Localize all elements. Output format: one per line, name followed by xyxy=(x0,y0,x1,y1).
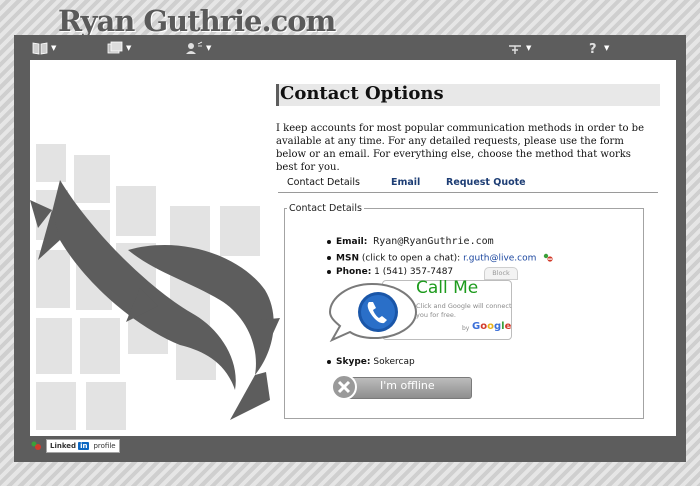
photos-icon xyxy=(107,41,123,54)
callme-text: Click and Google will connect you for fr… xyxy=(416,302,512,319)
chevron-down-icon: ▼ xyxy=(51,44,57,52)
nav-item-photos[interactable]: ▼ xyxy=(107,39,131,57)
svg-text:?: ? xyxy=(589,42,597,55)
msn-label: MSN xyxy=(336,253,359,264)
msn-row: MSN (click to open a chat): r.guth@live.… xyxy=(327,253,554,264)
bullet-icon xyxy=(327,256,331,260)
speech-bubble-phone-icon xyxy=(328,282,418,342)
top-nav: ▼ ▼ ▼ ▼ ? ▼ xyxy=(14,35,686,60)
block-button[interactable]: Block xyxy=(484,267,518,280)
user-icon xyxy=(186,41,203,54)
skype-offline-icon xyxy=(331,374,357,400)
site-title[interactable]: Ryan Guthrie.com xyxy=(58,4,336,38)
msn-buddy-icon xyxy=(544,253,553,262)
bullet-icon xyxy=(327,359,331,364)
nav-item-antenna[interactable]: ▼ xyxy=(507,39,531,57)
nav-item-book[interactable]: ▼ xyxy=(32,39,56,57)
intro-text: I keep accounts for most popular communi… xyxy=(276,123,645,173)
page-title: Contact Options xyxy=(280,83,444,104)
content-area: Contact Options I keep accounts for most… xyxy=(30,60,676,436)
tab-request-quote[interactable]: Request Quote xyxy=(446,177,526,188)
email-row: Email: Ryan@RyanGuthrie.com xyxy=(327,236,494,247)
linkedin-profile-badge[interactable]: Linked in profile xyxy=(46,439,120,453)
phone-label: Phone: xyxy=(336,267,372,277)
google-logo: Google xyxy=(472,321,512,332)
bullet-icon xyxy=(327,269,331,274)
email-value: Ryan@RyanGuthrie.com xyxy=(373,236,494,247)
chevron-down-icon: ▼ xyxy=(126,44,132,52)
skype-label: Skype: xyxy=(336,357,371,367)
phone-value: 1 (541) 357-7487 xyxy=(374,267,454,277)
skype-status-button[interactable]: I'm offline xyxy=(330,373,472,400)
linkedin-profile-label: profile xyxy=(93,442,116,450)
nav-item-user[interactable]: ▼ xyxy=(185,39,211,57)
skype-value: Sokercap xyxy=(373,357,415,367)
chevron-down-icon: ▼ xyxy=(526,44,532,52)
antenna-icon xyxy=(509,45,521,54)
contact-details-legend: Contact Details xyxy=(289,203,362,214)
msn-buddy-icon[interactable] xyxy=(30,440,42,452)
phone-row: Phone: 1 (541) 357-7487 xyxy=(327,267,453,277)
footer: Linked in profile xyxy=(30,438,120,454)
linkedin-brand: Linked xyxy=(50,442,77,450)
book-icon xyxy=(32,42,48,55)
chevron-down-icon: ▼ xyxy=(206,44,212,52)
page-frame: ▼ ▼ ▼ ▼ ? ▼ Contact Options I keep accou… xyxy=(14,35,686,462)
nav-item-help[interactable]: ? ▼ xyxy=(587,39,609,57)
msn-note: (click to open a chat): xyxy=(361,253,461,264)
chevron-down-icon: ▼ xyxy=(604,44,610,52)
callme-by: by xyxy=(462,325,470,332)
tab-contact-details[interactable]: Contact Details xyxy=(287,177,360,188)
tab-email[interactable]: Email xyxy=(391,177,420,188)
email-label: Email: xyxy=(336,237,368,247)
google-call-me-widget[interactable]: Call Me Click and Google will connect yo… xyxy=(324,278,514,342)
bullet-icon xyxy=(327,239,331,244)
skype-row: Skype: Sokercap xyxy=(327,357,415,367)
help-icon: ? xyxy=(589,42,597,55)
skype-status-text: I'm offline xyxy=(380,379,435,392)
callme-title: Call Me xyxy=(416,278,479,298)
linkedin-in-icon: in xyxy=(78,442,90,450)
msn-link[interactable]: r.guth@live.com xyxy=(463,254,536,264)
contact-tabs: Contact Details Email Request Quote xyxy=(278,177,658,193)
